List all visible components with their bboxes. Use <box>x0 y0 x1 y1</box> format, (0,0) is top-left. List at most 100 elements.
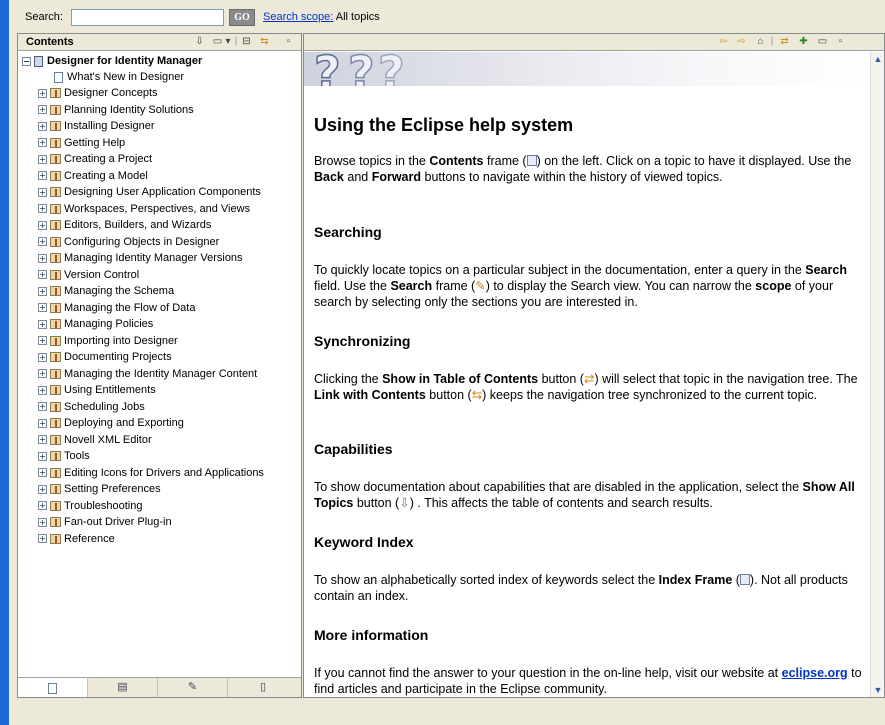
search-scope: Search scope: All topics <box>263 11 380 23</box>
contents-frame-icon <box>526 155 537 166</box>
help-window: Search: GO Search scope: All topics Cont… <box>0 0 885 725</box>
tree-item[interactable]: + Deploying and Exporting <box>38 415 184 431</box>
expand-icon[interactable]: + <box>38 253 47 263</box>
expand-icon[interactable]: + <box>38 534 47 544</box>
tree-item[interactable]: + Editors, Builders, and Wizards <box>38 217 211 233</box>
expand-icon[interactable]: + <box>38 402 47 412</box>
show-in-toc-icon[interactable]: ⇄ <box>778 36 791 48</box>
more-information-paragraph: If you cannot find the answer to your qu… <box>314 666 862 696</box>
tree-item[interactable]: + Installing Designer <box>38 118 155 134</box>
expand-icon[interactable]: + <box>38 451 47 461</box>
section-heading-searching: Searching <box>314 224 382 240</box>
tree-item[interactable]: + Scheduling Jobs <box>38 399 145 415</box>
tree-item[interactable]: + Troubleshooting <box>38 498 142 514</box>
bookmark-document-icon[interactable]: ✚ <box>797 36 810 48</box>
expand-icon[interactable]: + <box>38 204 47 214</box>
expand-icon[interactable]: + <box>38 138 47 148</box>
maximize-pane-icon[interactable]: ▫ <box>282 36 295 48</box>
expand-icon[interactable]: + <box>38 369 47 379</box>
content-scrollbar[interactable]: ▲ ▼ <box>870 52 884 697</box>
tree-item-whats-new[interactable]: What's New in Designer <box>54 69 184 85</box>
tree-item[interactable]: + Creating a Project <box>38 151 152 167</box>
book-icon <box>50 533 61 544</box>
collapse-all-icon[interactable]: ⊟ <box>240 36 253 48</box>
home-icon[interactable]: ⌂ <box>754 36 767 48</box>
expand-icon[interactable]: + <box>38 319 47 329</box>
tab-index[interactable]: ▤ <box>88 678 158 697</box>
expand-icon[interactable]: + <box>38 270 47 280</box>
scroll-up-icon[interactable]: ▲ <box>872 53 884 65</box>
tab-bookmarks[interactable]: ▯ <box>228 678 298 697</box>
expand-icon[interactable]: + <box>38 435 47 445</box>
tree-root[interactable]: − Designer for Identity Manager <box>22 53 202 69</box>
tree-item[interactable]: + Version Control <box>38 267 139 283</box>
expand-icon[interactable]: + <box>38 468 47 478</box>
tree-item[interactable]: + Using Entitlements <box>38 382 156 398</box>
tree-item[interactable]: + Importing into Designer <box>38 333 178 349</box>
tree-item[interactable]: + Planning Identity Solutions <box>38 102 194 118</box>
tree-item[interactable]: + Designer Concepts <box>38 85 158 101</box>
tree-item[interactable]: + Managing Identity Manager Versions <box>38 250 243 266</box>
expand-icon[interactable]: + <box>38 352 47 362</box>
contents-header: Contents ⇩ ▭ ▾ | ⊟ ⇆ ▫ <box>18 34 301 51</box>
expand-icon[interactable]: + <box>38 303 47 313</box>
maximize-pane-icon[interactable]: ▫ <box>834 36 847 48</box>
expand-icon[interactable]: + <box>38 385 47 395</box>
tree-item[interactable]: + Managing Policies <box>38 316 153 332</box>
back-icon[interactable]: ⇦ <box>717 36 730 48</box>
book-icon <box>50 137 61 148</box>
expand-icon[interactable]: + <box>38 336 47 346</box>
tree-item-label: Managing Identity Manager Versions <box>64 252 243 264</box>
expand-icon[interactable]: + <box>38 121 47 131</box>
tree-item[interactable]: + Novell XML Editor <box>38 432 152 448</box>
tree-item[interactable]: + Managing the Flow of Data <box>38 300 195 316</box>
expand-icon[interactable]: + <box>38 286 47 296</box>
forward-icon[interactable]: ⇨ <box>735 36 748 48</box>
book-icon <box>50 484 61 495</box>
book-icon <box>50 500 61 511</box>
tree-item[interactable]: + Creating a Model <box>38 168 148 184</box>
tree-item[interactable]: + Fan-out Driver Plug-in <box>38 514 172 530</box>
tree-item[interactable]: + Managing the Schema <box>38 283 174 299</box>
tree-item[interactable]: + Getting Help <box>38 135 125 151</box>
expand-icon[interactable]: + <box>38 187 47 197</box>
search-tab-icon: ✎ <box>187 681 198 693</box>
link-with-contents-icon[interactable]: ⇆ <box>258 36 271 48</box>
tree-item-label: Planning Identity Solutions <box>64 103 194 116</box>
search-scope-link[interactable]: Search scope: <box>263 11 333 23</box>
tab-contents[interactable] <box>18 678 88 697</box>
print-toc-icon[interactable]: ▭ <box>211 36 224 48</box>
page-icon <box>54 71 63 83</box>
intro-paragraph: Browse topics in the Contents frame () o… <box>314 154 852 184</box>
print-menu-chevron-icon[interactable]: ▾ <box>224 36 232 48</box>
eclipse-org-link[interactable]: eclipse.org <box>782 666 848 680</box>
expand-icon[interactable]: + <box>38 105 47 115</box>
show-all-topics-icon[interactable]: ⇩ <box>193 36 206 48</box>
expand-icon[interactable]: + <box>38 517 47 527</box>
collapse-icon[interactable]: − <box>22 56 31 66</box>
expand-icon[interactable]: + <box>38 154 47 164</box>
tree-item[interactable]: + Configuring Objects in Designer <box>38 234 219 250</box>
tree-item[interactable]: + Setting Preferences <box>38 481 161 497</box>
tree-item[interactable]: + Managing the Identity Manager Content <box>38 366 257 382</box>
tree-item[interactable]: + Designing User Application Components <box>38 184 261 200</box>
tree-item[interactable]: + Editing Icons for Drivers and Applicati… <box>38 465 264 481</box>
tree-item[interactable]: + Reference <box>38 531 115 547</box>
tab-search[interactable]: ✎ <box>158 678 228 697</box>
tree-item-label: Configuring Objects in Designer <box>64 235 220 248</box>
expand-icon[interactable]: + <box>38 237 47 247</box>
expand-icon[interactable]: + <box>38 418 47 428</box>
print-page-icon[interactable]: ▭ <box>816 36 829 48</box>
tree-item-label: Setting Preferences <box>64 483 161 495</box>
expand-icon[interactable]: + <box>38 501 47 511</box>
tree-item[interactable]: + Documenting Projects <box>38 349 172 365</box>
expand-icon[interactable]: + <box>38 484 47 494</box>
expand-icon[interactable]: + <box>38 220 47 230</box>
go-button[interactable]: GO <box>229 9 255 26</box>
expand-icon[interactable]: + <box>38 88 47 98</box>
search-input[interactable] <box>71 9 224 26</box>
expand-icon[interactable]: + <box>38 171 47 181</box>
tree-item[interactable]: + Workspaces, Perspectives, and Views <box>38 201 250 217</box>
tree-item[interactable]: + Tools <box>38 448 90 464</box>
scroll-down-icon[interactable]: ▼ <box>872 684 884 696</box>
